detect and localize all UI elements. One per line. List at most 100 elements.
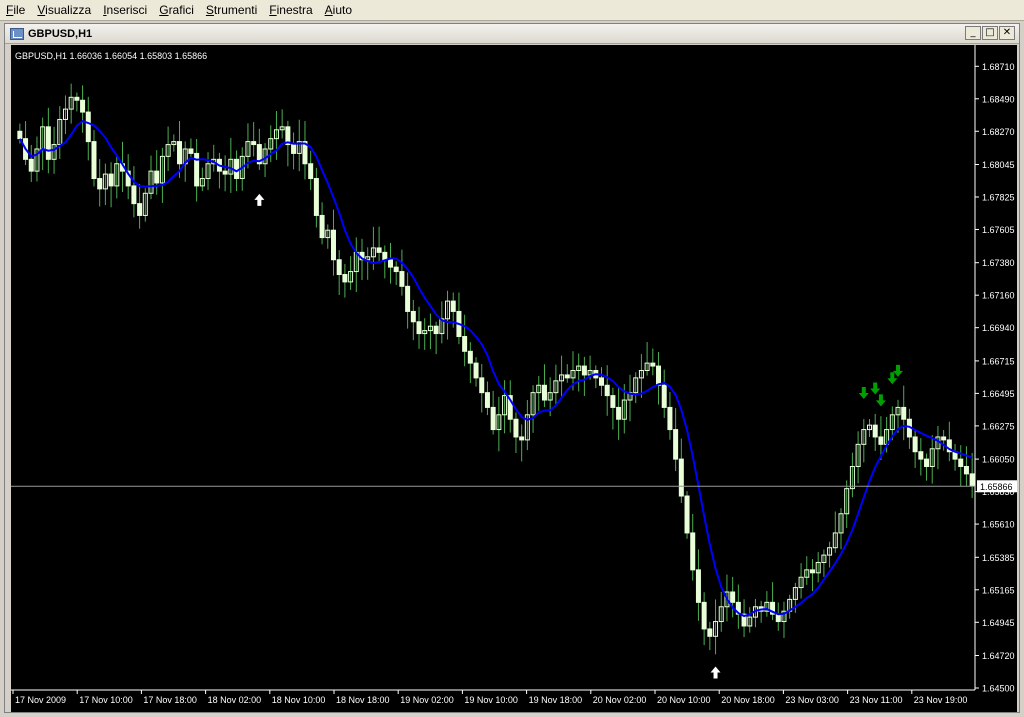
menu-file[interactable]: File	[0, 0, 31, 21]
candle-body	[28, 158, 34, 172]
candle-body	[513, 418, 519, 438]
candle-body	[393, 266, 399, 273]
chart-window: GBPUSD,H1 _ □ ✕ 1.68710 1.68490 1.68270 1.6…	[4, 23, 1020, 713]
candle-body	[969, 473, 975, 487]
y-tick-label: 1.64500	[982, 684, 1015, 694]
x-tick-label: 19 Nov 02:00	[400, 695, 454, 705]
candle-body	[484, 392, 490, 408]
x-tick-label: 23 Nov 03:00	[785, 695, 839, 705]
candle-body	[519, 436, 525, 441]
candle-body	[97, 178, 103, 190]
candle-body	[775, 613, 781, 623]
candle-body	[473, 362, 479, 379]
candle-body	[336, 259, 342, 276]
y-tick-label: 1.66715	[982, 356, 1015, 366]
x-tick-label: 17 Nov 18:00	[143, 695, 197, 705]
candle-body	[912, 436, 918, 453]
y-tick-label: 1.66495	[982, 389, 1015, 399]
y-tick-label: 1.67825	[982, 192, 1015, 202]
x-tick-label: 19 Nov 10:00	[464, 695, 518, 705]
y-tick-label: 1.67380	[982, 258, 1015, 268]
buy-arrow-icon	[710, 666, 721, 679]
x-tick-label: 20 Nov 18:00	[721, 695, 775, 705]
candle-body	[382, 251, 388, 261]
x-tick-label: 20 Nov 02:00	[593, 695, 647, 705]
candle-body	[872, 424, 878, 438]
candle-body	[433, 325, 439, 335]
candle-body	[467, 350, 473, 364]
menu-grafici[interactable]: Grafici	[153, 0, 200, 21]
candle-body	[388, 259, 394, 268]
x-tick-label: 17 Nov 10:00	[79, 695, 133, 705]
sell-arrow-icon	[858, 386, 869, 399]
x-tick-label: 18 Nov 10:00	[272, 695, 326, 705]
y-tick-label: 1.68045	[982, 160, 1015, 170]
candle-body	[941, 436, 947, 441]
candle-body	[695, 569, 701, 603]
candle-body	[308, 163, 314, 180]
x-tick-label: 23 Nov 19:00	[914, 695, 968, 705]
x-tick-label: 23 Nov 11:00	[850, 695, 903, 705]
window-titlebar[interactable]: GBPUSD,H1 _ □ ✕	[5, 24, 1019, 44]
candle-body	[598, 377, 604, 386]
menu-inserisci[interactable]: Inserisci	[97, 0, 153, 21]
y-tick-label: 1.68270	[982, 127, 1015, 137]
candle-body	[416, 321, 422, 335]
sell-arrow-icon	[870, 382, 881, 395]
x-tick-label: 19 Nov 18:00	[529, 695, 583, 705]
minimize-button[interactable]: _	[965, 26, 981, 40]
menu-finestra[interactable]: Finestra	[263, 0, 318, 21]
candle-body	[319, 214, 325, 239]
buy-arrow-icon	[254, 193, 265, 206]
candle-body	[678, 458, 684, 497]
window-controls: _ □ ✕	[965, 26, 1015, 40]
x-tick-label: 18 Nov 18:00	[336, 695, 390, 705]
menu-strumenti[interactable]: Strumenti	[200, 0, 263, 21]
candle-body	[74, 96, 80, 101]
menu-visualizza[interactable]: Visualizza	[31, 0, 97, 21]
y-tick-label: 1.64720	[982, 651, 1015, 661]
candle-body	[399, 271, 405, 287]
candle-body	[251, 141, 257, 146]
menu-bar: File Visualizza Inserisci Grafici Strumenti F…	[0, 0, 1024, 21]
candle-body	[450, 300, 456, 312]
candle-body	[650, 362, 656, 367]
candle-body	[330, 229, 336, 261]
candle-body	[924, 458, 930, 467]
candle-body	[131, 185, 137, 205]
candle-body	[80, 99, 86, 113]
candle-body	[581, 365, 587, 376]
candlestick-chart[interactable]: 1.68710 1.68490 1.68270 1.68045 1.67825 1.676…	[11, 45, 1017, 712]
y-tick-label: 1.66050	[982, 455, 1015, 465]
candle-body	[918, 451, 924, 460]
candle-body	[564, 374, 570, 379]
candle-body	[878, 436, 884, 445]
candle-body	[707, 628, 713, 637]
candle-body	[701, 601, 707, 630]
sell-arrow-icon	[893, 364, 904, 377]
price-chart[interactable]: 1.68710 1.68490 1.68270 1.68045 1.67825 1.676…	[11, 45, 1017, 712]
menu-aiuto[interactable]: Aiuto	[319, 0, 358, 21]
window-title: GBPUSD,H1	[28, 27, 93, 40]
y-tick-label: 1.68490	[982, 94, 1015, 104]
candle-body	[661, 384, 667, 408]
candle-body	[45, 126, 51, 160]
candle-body	[410, 310, 416, 323]
candle-body	[616, 406, 622, 420]
y-tick-label: 1.64945	[982, 618, 1015, 628]
chart-window-icon	[10, 27, 24, 40]
y-tick-label: 1.67605	[982, 225, 1015, 235]
candle-body	[958, 458, 964, 467]
candle-body	[188, 148, 194, 154]
maximize-button[interactable]: □	[982, 26, 998, 40]
candle-body	[667, 406, 673, 431]
candle-body	[963, 465, 969, 475]
y-tick-label: 1.67160	[982, 291, 1015, 301]
candle-body	[222, 170, 228, 175]
x-tick-label: 20 Nov 10:00	[657, 695, 711, 705]
candle-body	[809, 569, 815, 574]
candle-body	[604, 384, 610, 397]
close-button[interactable]: ✕	[999, 26, 1015, 40]
chart-info-text: GBPUSD,H1 1.66036 1.66054 1.65803 1.6586…	[15, 51, 207, 61]
candle-body	[462, 336, 468, 352]
